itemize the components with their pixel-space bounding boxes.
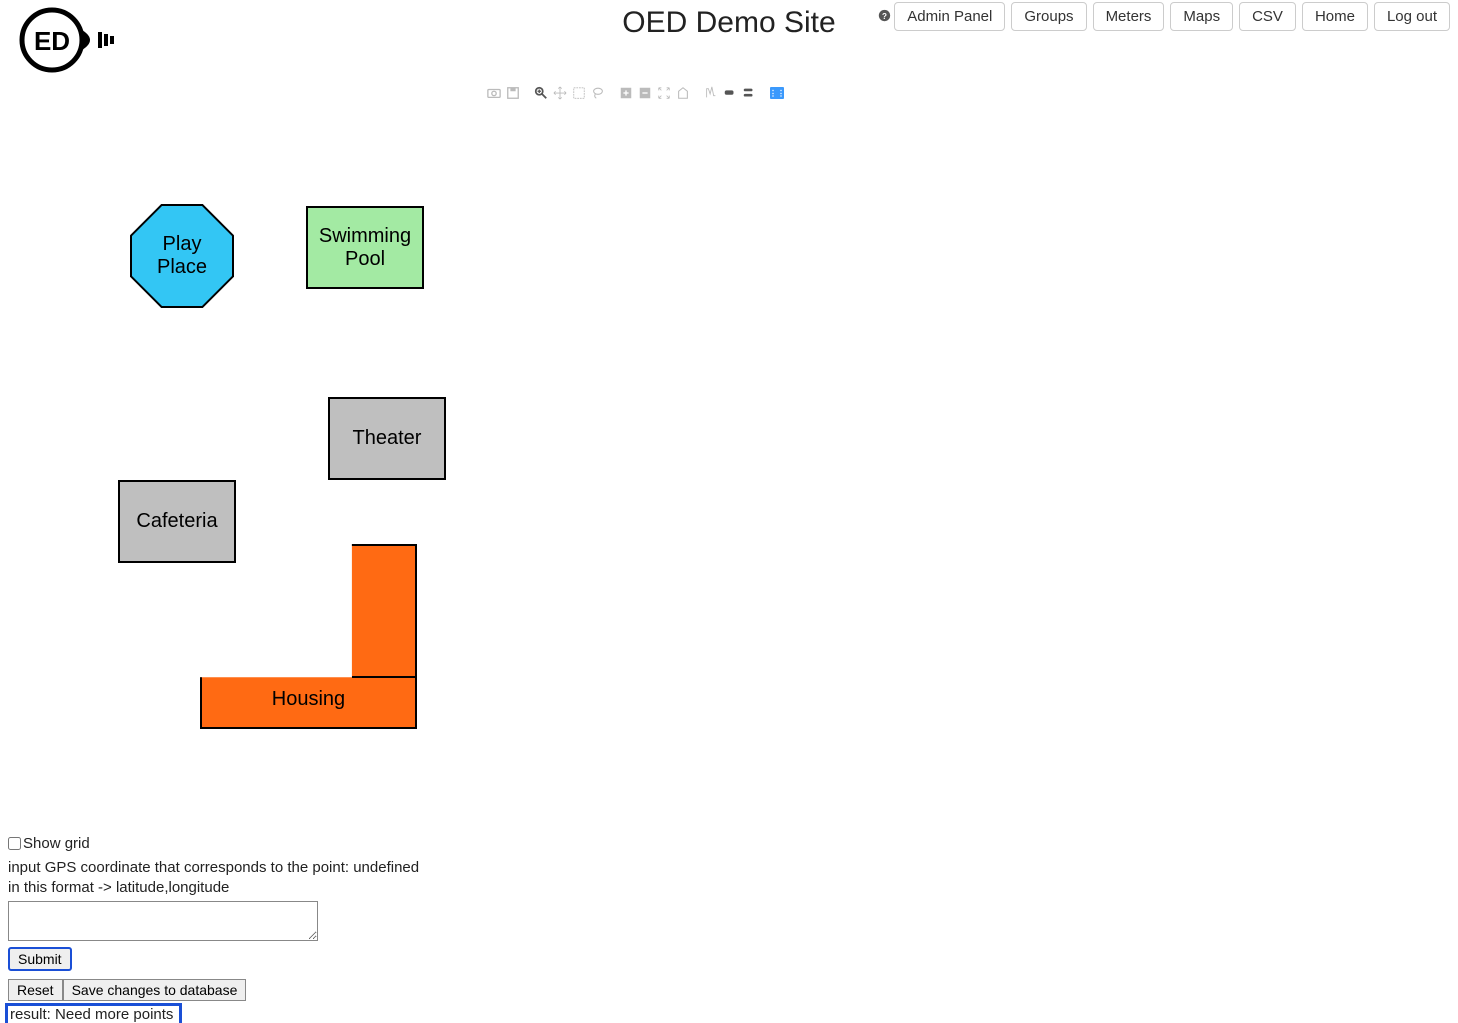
theater-label: Theater xyxy=(353,427,422,450)
map-canvas[interactable]: Play Place Swimming Pool Theater Cafeter… xyxy=(10,100,760,830)
show-grid-checkbox[interactable] xyxy=(8,837,21,850)
groups-button[interactable]: Groups xyxy=(1011,2,1086,31)
csv-button[interactable]: CSV xyxy=(1239,2,1296,31)
pan-icon[interactable] xyxy=(553,86,567,100)
admin-panel-button[interactable]: Admin Panel xyxy=(894,2,1005,31)
zoom-out-icon[interactable] xyxy=(638,86,652,100)
nav-bar: ? Admin Panel Groups Meters Maps CSV Hom… xyxy=(878,2,1450,31)
instruction-line-2: in this format -> latitude,longitude xyxy=(8,878,419,898)
building-housing: Housing xyxy=(200,544,417,729)
help-icon[interactable]: ? xyxy=(878,9,891,25)
lasso-select-icon[interactable] xyxy=(591,86,605,100)
logout-button[interactable]: Log out xyxy=(1374,2,1450,31)
plot-toolbar: ⋮⋮ xyxy=(487,86,784,100)
cafeteria-label: Cafeteria xyxy=(136,510,217,533)
page-title: OED Demo Site xyxy=(622,6,835,40)
reset-axes-icon[interactable] xyxy=(676,86,690,100)
spike-lines-icon[interactable] xyxy=(704,86,718,100)
housing-inner-divider xyxy=(352,676,417,678)
reset-button[interactable]: Reset xyxy=(8,979,63,1001)
svg-text:ED: ED xyxy=(34,26,70,56)
building-swimming-pool: Swimming Pool xyxy=(306,206,424,289)
maps-button[interactable]: Maps xyxy=(1170,2,1233,31)
box-select-icon[interactable] xyxy=(572,86,586,100)
save-changes-button[interactable]: Save changes to database xyxy=(63,979,247,1001)
submit-button[interactable]: Submit xyxy=(8,947,72,971)
svg-text:?: ? xyxy=(882,11,887,20)
hover-compare-icon[interactable] xyxy=(742,86,756,100)
camera-icon[interactable] xyxy=(487,86,501,100)
play-place-label: Play Place xyxy=(157,233,207,279)
swimming-pool-label: Swimming Pool xyxy=(319,225,411,271)
gps-input[interactable] xyxy=(8,901,318,941)
calibration-controls: Show grid input GPS coordinate that corr… xyxy=(8,835,419,1023)
instruction-line-1: input GPS coordinate that corresponds to… xyxy=(8,858,419,878)
show-grid-label: Show grid xyxy=(23,835,90,852)
home-button[interactable]: Home xyxy=(1302,2,1368,31)
hover-closest-icon[interactable] xyxy=(723,86,737,100)
zoom-icon[interactable] xyxy=(534,86,548,100)
zoom-in-icon[interactable] xyxy=(619,86,633,100)
building-cafeteria: Cafeteria xyxy=(118,480,236,563)
housing-label: Housing xyxy=(272,688,345,711)
autoscale-icon[interactable] xyxy=(657,86,671,100)
building-theater: Theater xyxy=(328,397,446,480)
oed-logo: ED xyxy=(18,6,118,79)
calibration-result: result: Need more points xyxy=(5,1003,182,1023)
save-icon[interactable] xyxy=(506,86,520,100)
meters-button[interactable]: Meters xyxy=(1093,2,1165,31)
plotly-logo-icon[interactable]: ⋮⋮ xyxy=(770,87,784,99)
header: ED OED Demo Site ? Admin Panel Groups Me… xyxy=(0,0,1458,75)
building-play-place: Play Place xyxy=(132,206,232,306)
